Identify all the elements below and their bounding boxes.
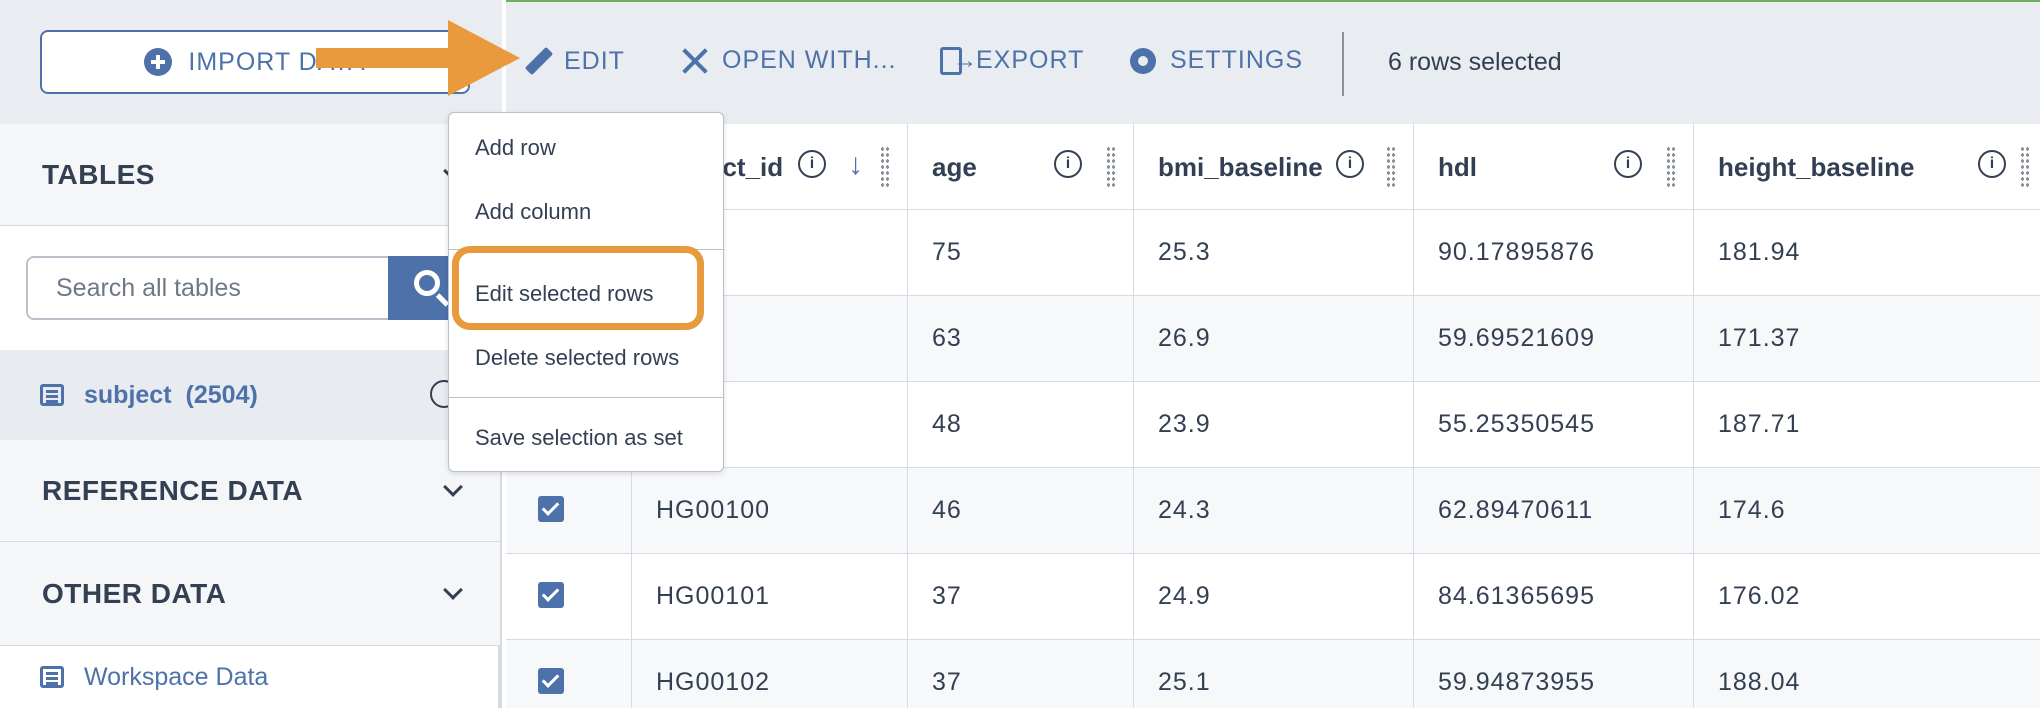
table-toolbar: EDIT OPEN WITH... EXPORT SETTINGS 6 rows… xyxy=(506,0,2040,124)
plus-circle-icon xyxy=(144,48,173,76)
cell-height: 171.37 xyxy=(1718,324,1801,352)
cell-height: 187.71 xyxy=(1718,410,1801,438)
sidebar-item-subject[interactable]: subject (2504) xyxy=(0,350,500,440)
edit-button[interactable]: EDIT xyxy=(524,46,625,76)
edit-label: EDIT xyxy=(564,46,625,75)
other-data-title: OTHER DATA xyxy=(42,577,227,609)
reference-data-section-header[interactable]: REFERENCE DATA xyxy=(0,440,500,542)
search-icon xyxy=(414,270,440,296)
menu-item-save-selection-as-set[interactable]: Save selection as set xyxy=(475,425,683,451)
data-table: 0096 75 25.3 90.17895876 181.94 0097 63 … xyxy=(506,124,2040,708)
gear-icon xyxy=(1130,47,1156,74)
arrow-annotation-head xyxy=(448,20,520,96)
age-column xyxy=(908,124,1134,708)
menu-divider xyxy=(449,397,723,398)
info-icon[interactable]: i xyxy=(1978,150,2006,178)
toolbar-divider xyxy=(1342,32,1344,96)
menu-item-delete-selected-rows[interactable]: Delete selected rows xyxy=(475,345,679,371)
subject-row-count: (2504) xyxy=(185,380,258,409)
cell-height: 174.6 xyxy=(1718,496,1786,524)
highlight-box xyxy=(452,246,704,330)
cell-height: 176.02 xyxy=(1718,582,1801,610)
settings-button[interactable]: SETTINGS xyxy=(1130,46,1303,75)
table-list-icon xyxy=(40,384,64,406)
chevron-down-icon xyxy=(443,476,463,497)
sidebar: IMPORT DATA TABLES subject (2504) REFERE… xyxy=(0,0,502,708)
export-label: EXPORT xyxy=(976,46,1085,74)
open-with-button[interactable]: OPEN WITH... xyxy=(682,46,897,75)
expand-icon xyxy=(682,48,708,74)
other-data-section-header[interactable]: OTHER DATA xyxy=(0,542,500,646)
bmi-column xyxy=(1134,124,1414,708)
subject-table-name: subject xyxy=(84,380,172,409)
column-header-height-baseline[interactable]: height_baseline xyxy=(1718,152,1915,183)
pencil-icon xyxy=(524,46,554,76)
column-resize-handle[interactable] xyxy=(2020,146,2030,188)
workspace-data-label: Workspace Data xyxy=(84,662,269,691)
sidebar-item-workspace-data[interactable]: Workspace Data xyxy=(0,646,500,708)
export-icon xyxy=(940,46,978,75)
reference-data-title: REFERENCE DATA xyxy=(42,474,304,506)
table-search xyxy=(0,226,502,350)
menu-item-add-row[interactable]: Add row xyxy=(475,135,556,161)
cell-height: 188.04 xyxy=(1718,668,1801,696)
open-with-label: OPEN WITH... xyxy=(722,46,897,74)
export-button[interactable]: EXPORT xyxy=(940,46,1084,75)
chevron-down-icon xyxy=(443,579,463,600)
tables-section-header[interactable]: TABLES xyxy=(0,124,500,226)
menu-item-add-column[interactable]: Add column xyxy=(475,199,591,225)
hdl-column xyxy=(1414,124,1694,708)
search-tables-input[interactable] xyxy=(26,256,390,320)
table-list-icon xyxy=(40,666,64,688)
selection-status: 6 rows selected xyxy=(1388,48,1562,76)
arrow-annotation-shaft xyxy=(316,48,456,68)
settings-label: SETTINGS xyxy=(1170,46,1304,74)
cell-height: 181.94 xyxy=(1718,238,1801,266)
tables-title: TABLES xyxy=(42,158,155,190)
